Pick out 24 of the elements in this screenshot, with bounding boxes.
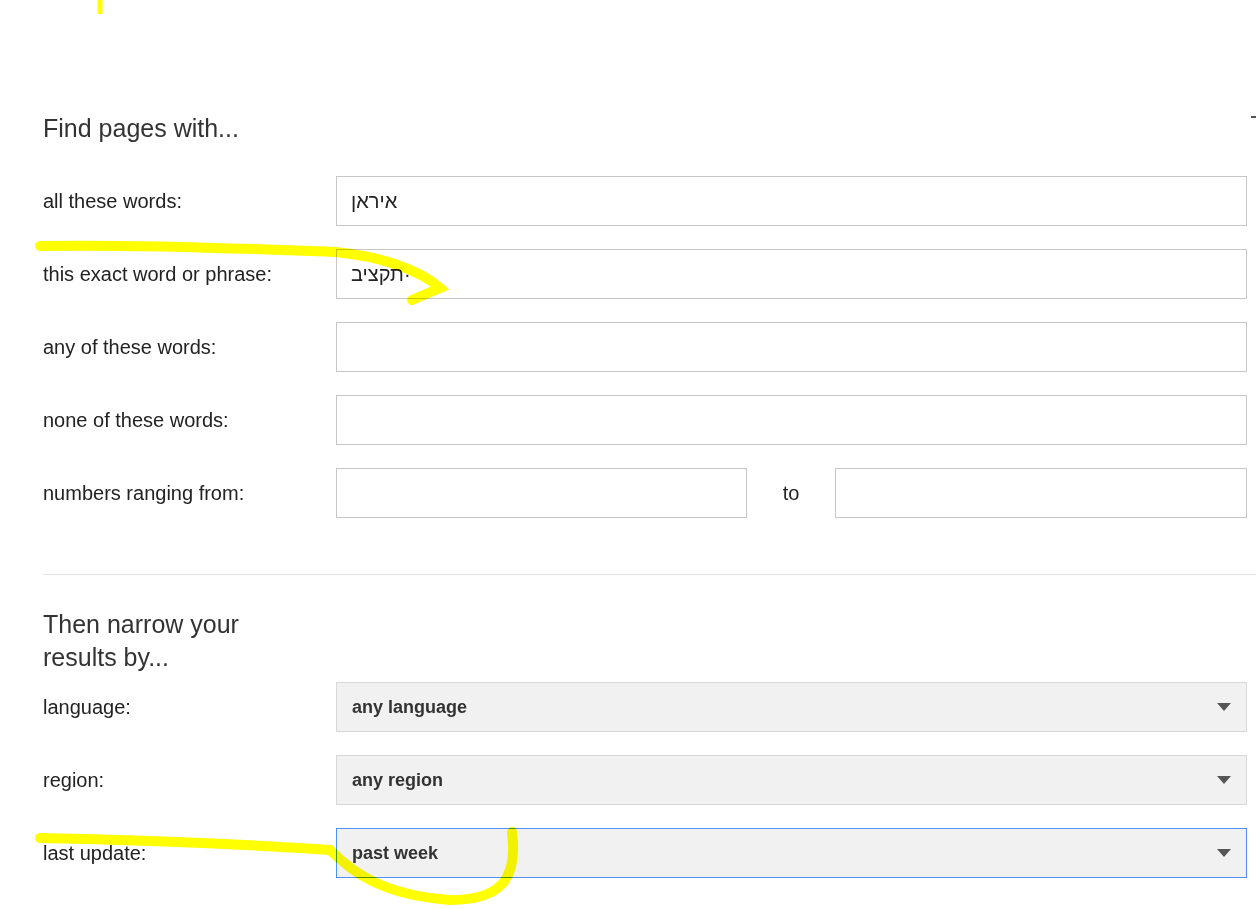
field-label: none of these words: xyxy=(43,408,230,433)
from-input-field[interactable] xyxy=(336,468,747,518)
highlighter-stroke xyxy=(97,0,103,14)
caret-icon xyxy=(1217,849,1231,857)
field-label: language: xyxy=(43,695,132,720)
caret-icon xyxy=(1217,776,1231,784)
text-input-field[interactable] xyxy=(336,395,1247,445)
field-label: region: xyxy=(43,768,106,793)
field-label: last update: xyxy=(43,841,148,866)
text-input-field[interactable]: איראן xyxy=(336,176,1247,226)
dropdown-select[interactable]: any region xyxy=(336,755,1247,805)
section-heading: Find pages with... xyxy=(43,113,239,144)
range-separator: to xyxy=(781,481,801,506)
to-input-field[interactable] xyxy=(835,468,1247,518)
section-heading: Then narrow your results by... xyxy=(43,609,240,673)
text-input-field[interactable]: תקציב· xyxy=(336,249,1247,299)
text-input-field[interactable] xyxy=(336,322,1247,372)
field-label: all these words: xyxy=(43,189,183,214)
dropdown-select[interactable]: past week xyxy=(336,828,1247,878)
caret-icon xyxy=(1217,703,1231,711)
dropdown-select[interactable]: any language xyxy=(336,682,1247,732)
field-label: any of these words: xyxy=(43,335,218,360)
dash-mark xyxy=(1251,116,1256,118)
field-label: numbers ranging from: xyxy=(43,481,246,506)
